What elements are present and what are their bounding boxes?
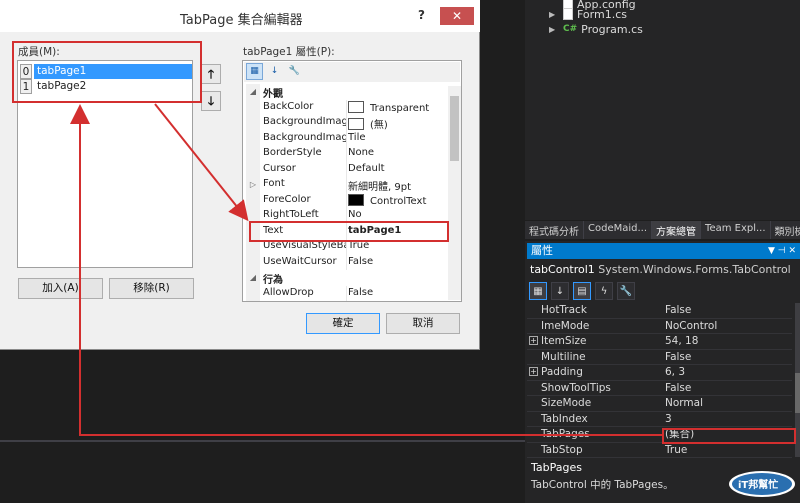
svg-text:iT邦幫忙: iT邦幫忙: [738, 478, 778, 491]
itbang-logo: iT邦幫忙: [729, 471, 795, 497]
annotation-arrows: [70, 103, 662, 436]
arrow-tabpages-to-members: [70, 104, 662, 436]
arrow-to-text-property: [154, 103, 249, 222]
